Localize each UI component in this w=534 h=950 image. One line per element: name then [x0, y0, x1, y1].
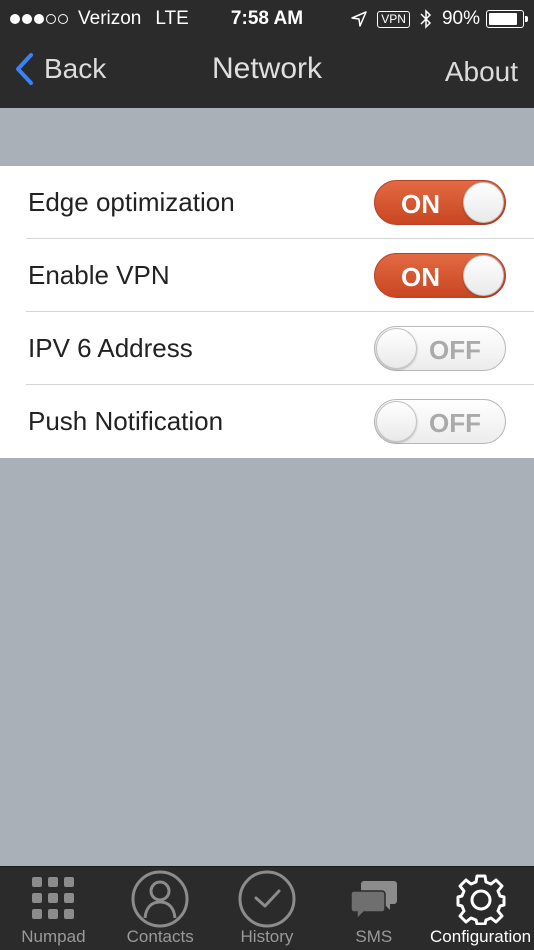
setting-row-enable-vpn: Enable VPN ON: [0, 239, 534, 312]
ipv6-address-toggle[interactable]: OFF: [374, 326, 506, 371]
toggle-state-label: OFF: [429, 335, 481, 365]
settings-list: Edge optimization ON Enable VPN ON IPV 6…: [0, 166, 534, 458]
setting-row-ipv6-address: IPV 6 Address OFF: [0, 312, 534, 385]
top-bar: Verizon LTE 7:58 AM VPN 90% Back Network…: [0, 0, 534, 108]
about-button[interactable]: About: [445, 56, 518, 88]
tab-label: SMS: [355, 927, 393, 946]
setting-label: Edge optimization: [28, 187, 235, 217]
tab-label: History: [240, 927, 294, 946]
push-notification-toggle[interactable]: OFF: [374, 399, 506, 444]
tab-numpad[interactable]: Numpad: [0, 867, 107, 950]
tab-sms[interactable]: SMS: [320, 867, 427, 950]
location-arrow-icon: [351, 11, 368, 27]
tab-label: Configuration: [430, 927, 532, 946]
toggle-state-label: ON: [401, 262, 440, 292]
toggle-state-label: OFF: [429, 408, 481, 438]
toggle-knob: [376, 401, 417, 442]
tab-bar: Numpad Contacts History SMS Configuratio…: [0, 866, 534, 950]
gear-icon: [456, 874, 506, 925]
setting-label: IPV 6 Address: [28, 333, 193, 363]
setting-label: Enable VPN: [28, 260, 170, 290]
toggle-knob: [376, 328, 417, 369]
clock-icon: [238, 870, 296, 928]
toggle-knob: [463, 255, 504, 296]
toggle-knob: [463, 182, 504, 223]
contacts-icon: [131, 870, 189, 928]
tab-contacts[interactable]: Contacts: [107, 867, 214, 950]
battery-percent: 90%: [441, 8, 480, 29]
tab-label: Numpad: [21, 927, 86, 946]
numpad-icon: [32, 877, 75, 919]
setting-row-edge-optimization: Edge optimization ON: [0, 166, 534, 239]
status-bar: Verizon LTE 7:58 AM VPN 90%: [0, 0, 534, 38]
bluetooth-icon: [420, 9, 432, 29]
enable-vpn-toggle[interactable]: ON: [374, 253, 506, 298]
chat-bubbles-icon: [350, 881, 397, 921]
navigation-bar: Back Network About: [0, 38, 534, 108]
edge-optimization-toggle[interactable]: ON: [374, 180, 506, 225]
toggle-state-label: ON: [401, 189, 440, 219]
setting-row-push-notification: Push Notification OFF: [0, 385, 534, 458]
vpn-badge: VPN: [377, 10, 410, 28]
battery-icon: [486, 10, 528, 28]
tab-history[interactable]: History: [214, 867, 321, 950]
setting-label: Push Notification: [28, 406, 224, 436]
tab-configuration[interactable]: Configuration: [427, 867, 534, 950]
status-right: VPN 90%: [351, 8, 528, 30]
tab-label: Contacts: [126, 927, 194, 946]
